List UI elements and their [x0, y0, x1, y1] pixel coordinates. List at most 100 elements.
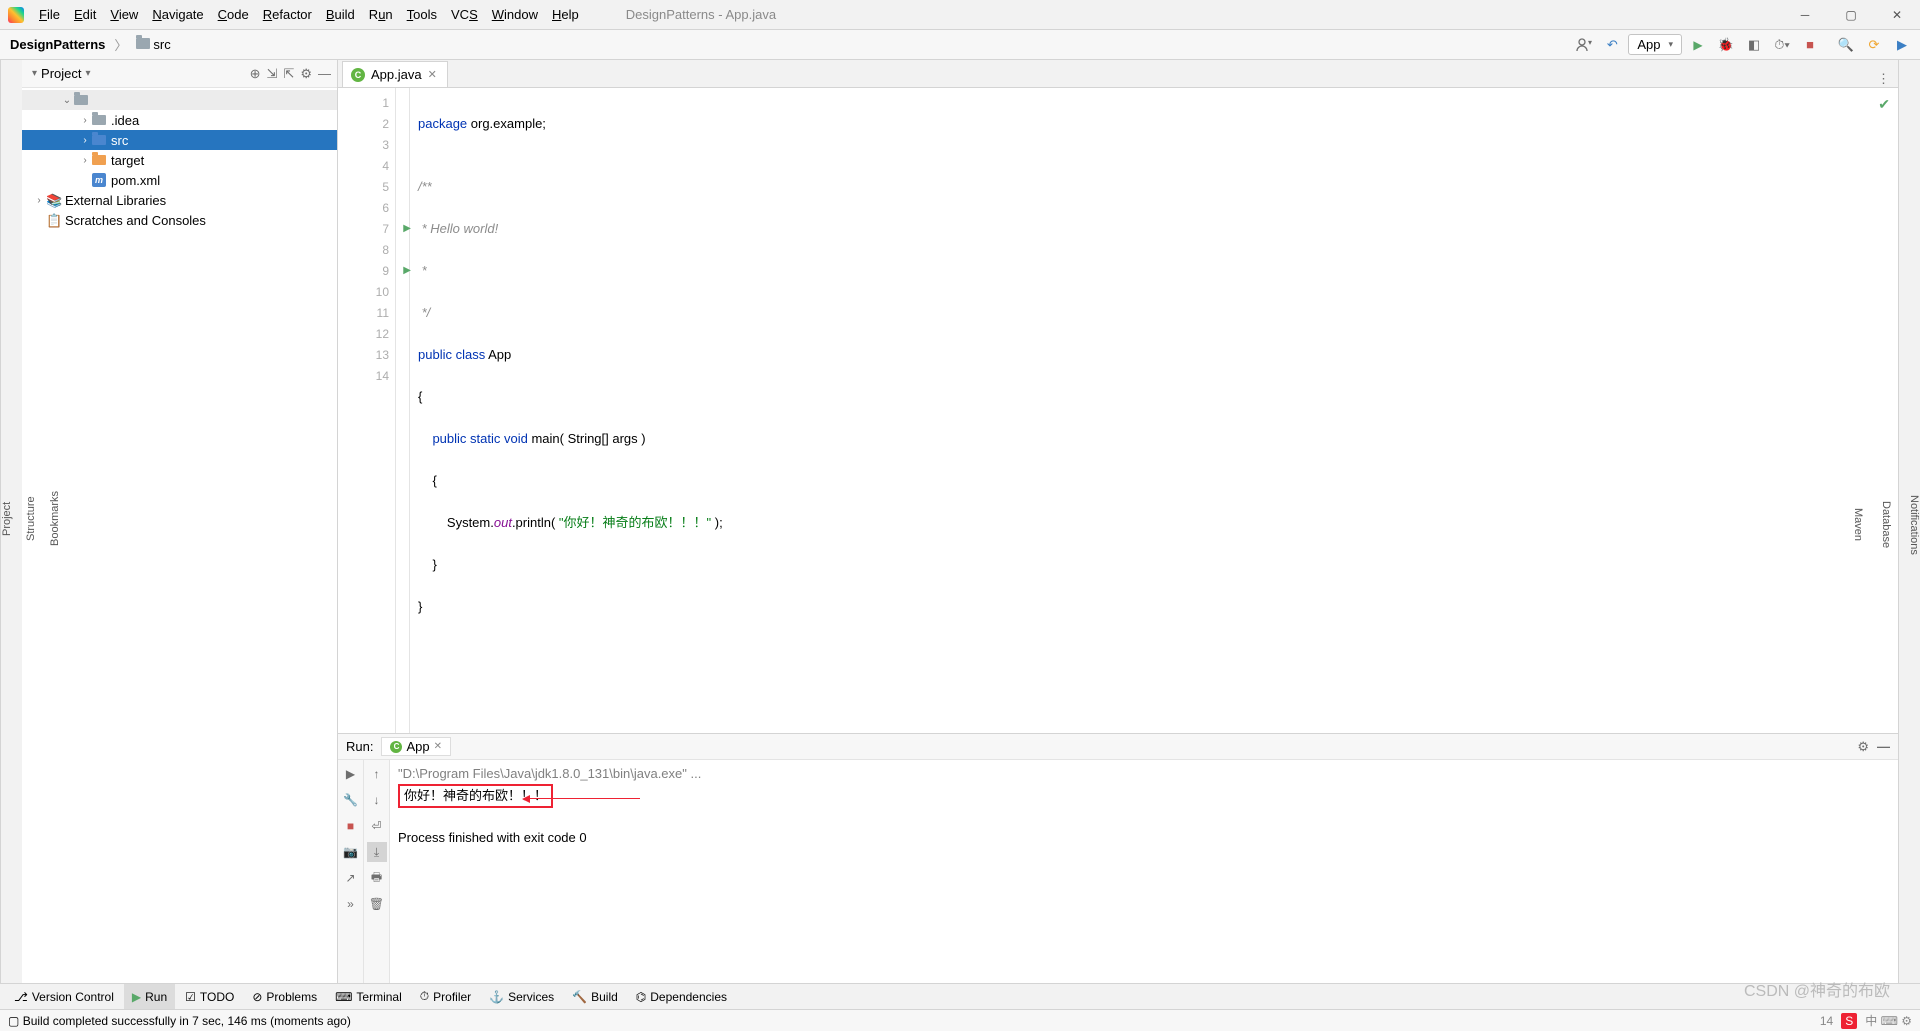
menu-code[interactable]: Code: [211, 0, 256, 29]
class-icon: C: [351, 68, 365, 82]
structure-tool-button[interactable]: Structure: [25, 496, 37, 541]
exit-icon[interactable]: ↗: [341, 868, 361, 888]
menu-navigate[interactable]: Navigate: [145, 0, 210, 29]
editor-area: C App.java ✕ ⋮ 1 2 3 4 5 6 7▶ 8 9▶ 10 11…: [338, 60, 1898, 983]
stop-button[interactable]: ■: [1798, 33, 1822, 57]
project-panel-header: ▾ Project ▾ ⊕ ⇲ ⇱ ⚙ —: [22, 60, 337, 88]
menu-run[interactable]: Run: [362, 0, 400, 29]
tree-project-root[interactable]: ⌄: [22, 90, 337, 110]
app-logo-icon: [8, 7, 24, 23]
menu-window[interactable]: Window: [485, 0, 545, 29]
analysis-ok-icon[interactable]: ✔: [1878, 94, 1890, 115]
bookmarks-tool-button[interactable]: Bookmarks: [49, 491, 61, 546]
run-actions-column: ▶ 🔧 ■ 📷 ↗ »: [338, 760, 364, 983]
up-arrow-icon[interactable]: ↑: [367, 764, 387, 784]
editor-tab-appjava[interactable]: C App.java ✕: [342, 61, 448, 87]
breadcrumb-root[interactable]: DesignPatterns: [6, 36, 109, 53]
console-exit-line: Process finished with exit code 0: [398, 828, 1890, 848]
minimize-button[interactable]: ─: [1782, 0, 1828, 30]
project-tool-button[interactable]: Project: [1, 501, 13, 535]
code-area[interactable]: package org.example; /** * Hello world! …: [410, 88, 1898, 733]
tab-services[interactable]: ⚓Services: [481, 984, 562, 1009]
console-output[interactable]: "D:\Program Files\Java\jdk1.8.0_131\bin\…: [390, 760, 1898, 983]
collapse-all-icon[interactable]: ⇱: [283, 66, 294, 82]
update-icon[interactable]: ⟳: [1862, 33, 1886, 57]
select-opened-file-icon[interactable]: ⊕: [250, 66, 261, 82]
tab-problems[interactable]: ⊘Problems: [244, 984, 325, 1009]
tree-external-libraries[interactable]: ›📚External Libraries: [22, 190, 337, 210]
menu-tools[interactable]: Tools: [400, 0, 444, 29]
close-icon[interactable]: ✕: [434, 741, 442, 752]
scroll-to-end-icon[interactable]: ⤓: [367, 842, 387, 862]
clear-icon[interactable]: 🗑: [367, 894, 387, 914]
debug-button[interactable]: 🐞: [1714, 33, 1738, 57]
tree-target-folder[interactable]: ›target: [22, 150, 337, 170]
run-hide-icon[interactable]: —: [1877, 739, 1890, 754]
run-anything-icon[interactable]: ▶: [1890, 33, 1914, 57]
stop-icon[interactable]: ■: [341, 816, 361, 836]
tree-src-folder[interactable]: ›src: [22, 130, 337, 150]
window-title: DesignPatterns - App.java: [626, 7, 776, 22]
menu-view[interactable]: View: [103, 0, 145, 29]
project-panel: ▾ Project ▾ ⊕ ⇲ ⇱ ⚙ — ⌄ ›.idea ›src ›tar…: [22, 60, 338, 983]
menu-edit[interactable]: Edit: [67, 0, 103, 29]
expand-all-icon[interactable]: ⇲: [267, 66, 278, 82]
run-button[interactable]: ▶: [1686, 33, 1710, 57]
tab-profiler[interactable]: ⏱Profiler: [412, 984, 479, 1009]
editor-tabs: C App.java ✕ ⋮: [338, 60, 1898, 88]
status-line-col[interactable]: 14: [1820, 1014, 1833, 1028]
back-arrow-icon[interactable]: ↶: [1600, 33, 1624, 57]
menu-help[interactable]: Help: [545, 0, 586, 29]
project-tree[interactable]: ⌄ ›.idea ›src ›target mpom.xml ›📚Externa…: [22, 88, 337, 983]
run-label: Run:: [346, 739, 373, 754]
breadcrumb-folder[interactable]: src: [132, 36, 174, 53]
more-icon[interactable]: »: [341, 894, 361, 914]
run-settings-icon[interactable]: ⚙: [1857, 739, 1869, 755]
add-user-icon[interactable]: ▾: [1572, 33, 1596, 57]
profile-button[interactable]: ⏱▾: [1770, 33, 1794, 57]
tree-scratches[interactable]: 📋Scratches and Consoles: [22, 210, 337, 230]
breadcrumb[interactable]: DesignPatterns 〉 src: [6, 35, 175, 54]
soft-wrap-icon[interactable]: ⏎: [367, 816, 387, 836]
panel-settings-icon[interactable]: ⚙: [300, 66, 312, 82]
panel-hide-icon[interactable]: —: [318, 66, 331, 82]
dump-threads-icon[interactable]: 📷: [341, 842, 361, 862]
menu-build[interactable]: Build: [319, 0, 362, 29]
tab-todo[interactable]: ☑TODO: [177, 984, 242, 1009]
close-button[interactable]: ✕: [1874, 0, 1920, 30]
menu-vcs[interactable]: VCS: [444, 0, 485, 29]
tab-terminal[interactable]: ⌨Terminal: [327, 984, 410, 1009]
fold-strip[interactable]: [396, 88, 410, 733]
class-icon: C: [390, 741, 402, 753]
menu-file[interactable]: File: [32, 0, 67, 29]
console-actions-column: ↑ ↓ ⏎ ⤓ 🖶 🗑: [364, 760, 390, 983]
editor-gutter[interactable]: 1 2 3 4 5 6 7▶ 8 9▶ 10 11 12 13 14: [338, 88, 396, 733]
notifications-tool-button[interactable]: Notifications: [1908, 495, 1920, 555]
tab-close-icon[interactable]: ✕: [428, 68, 437, 81]
attach-debugger-icon[interactable]: 🔧: [341, 790, 361, 810]
down-arrow-icon[interactable]: ↓: [367, 790, 387, 810]
maximize-button[interactable]: ▢: [1828, 0, 1874, 30]
print-icon[interactable]: 🖶: [367, 868, 387, 888]
panel-view-mode-chevron[interactable]: ▾: [86, 68, 91, 79]
tab-label: App.java: [371, 67, 422, 82]
run-configuration-selector[interactable]: App: [1628, 34, 1682, 55]
status-bar: ▢ Build completed successfully in 7 sec,…: [0, 1009, 1920, 1031]
tab-version-control[interactable]: ⎇Version Control: [6, 984, 122, 1009]
rerun-icon[interactable]: ▶: [341, 764, 361, 784]
tab-run[interactable]: ▶Run: [124, 984, 175, 1009]
tab-build[interactable]: 🔨Build: [564, 984, 626, 1009]
tree-idea-folder[interactable]: ›.idea: [22, 110, 337, 130]
run-config-tab[interactable]: C App ✕: [381, 737, 451, 756]
status-extra: 中 ⌨ ⚙: [1865, 1012, 1912, 1029]
status-message: Build completed successfully in 7 sec, 1…: [23, 1014, 351, 1028]
right-tool-stripe: Notifications Database Maven: [1898, 60, 1920, 983]
tab-dependencies[interactable]: ⌬Dependencies: [628, 984, 735, 1009]
coverage-button[interactable]: ◧: [1742, 33, 1766, 57]
tree-pom-file[interactable]: mpom.xml: [22, 170, 337, 190]
panel-chevron-icon[interactable]: ▾: [32, 68, 37, 79]
panel-title: Project: [41, 66, 81, 81]
editor-tabs-settings-icon[interactable]: ⋮: [1877, 71, 1890, 87]
menu-refactor[interactable]: Refactor: [256, 0, 319, 29]
search-icon[interactable]: 🔍: [1834, 33, 1858, 57]
